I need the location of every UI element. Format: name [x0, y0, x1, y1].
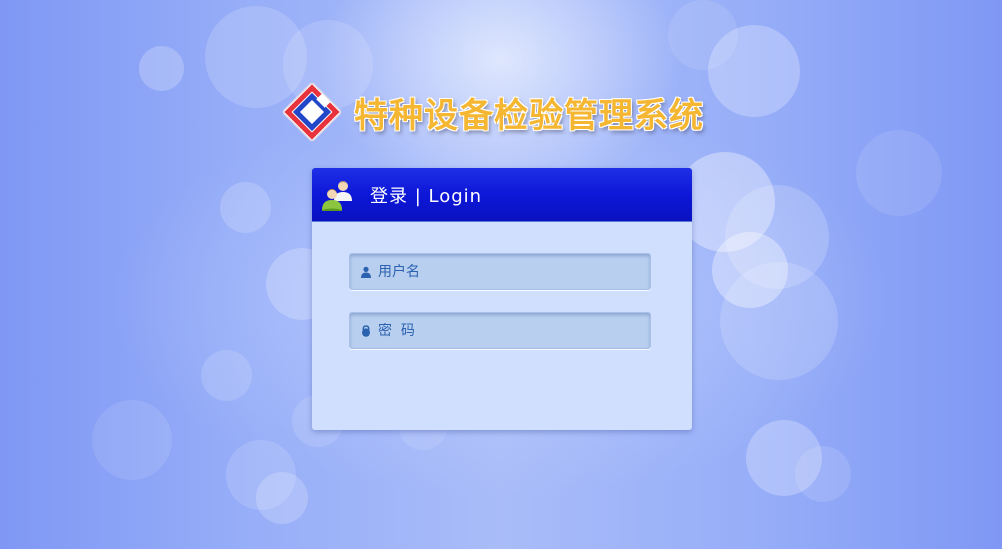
diamond-logo-icon	[282, 82, 342, 142]
bokeh-circle	[708, 25, 800, 117]
bokeh-circle	[220, 182, 271, 233]
bokeh-circle	[725, 185, 829, 289]
bokeh-circle	[226, 440, 296, 510]
bokeh-circle	[712, 232, 788, 308]
app-header: 特种设备检验管理系统	[280, 80, 704, 144]
login-panel-title: 登录 | Login	[370, 185, 483, 207]
password-input[interactable]	[378, 322, 638, 339]
bokeh-circle	[201, 350, 252, 401]
app-title: 特种设备检验管理系统	[354, 95, 704, 136]
bokeh-circle	[856, 130, 942, 216]
username-field[interactable]	[349, 253, 651, 290]
lock-icon	[362, 324, 370, 337]
bokeh-circle	[668, 0, 738, 70]
users-icon	[322, 180, 352, 211]
bokeh-circle	[256, 472, 308, 524]
bokeh-circle	[92, 400, 172, 480]
bokeh-circle	[139, 46, 184, 91]
login-panel-header: 登录 | Login	[312, 168, 692, 222]
bokeh-circle	[720, 262, 838, 380]
bokeh-circle	[746, 420, 822, 496]
bokeh-circle	[795, 446, 851, 502]
username-input[interactable]	[378, 263, 638, 280]
login-panel: 登录 | Login	[312, 168, 692, 430]
user-icon	[361, 266, 371, 278]
password-field[interactable]	[349, 312, 651, 349]
